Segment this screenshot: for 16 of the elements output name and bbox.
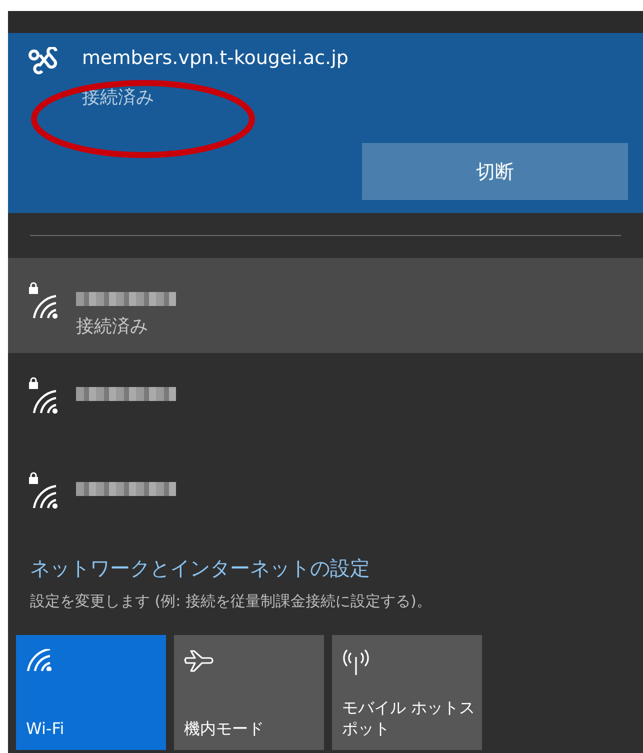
wifi-icon [26, 649, 52, 671]
vpn-name: members.vpn.t-kougei.ac.jp [82, 47, 348, 69]
secured-wifi-icon [28, 377, 58, 415]
network-status: 接続済み [76, 315, 149, 338]
airplane-tile[interactable]: 機内モード [174, 635, 324, 750]
wifi-tile[interactable]: Wi-Fi [16, 635, 166, 750]
secured-wifi-icon [28, 472, 58, 510]
settings-link[interactable]: ネットワークとインターネットの設定 [30, 555, 370, 582]
secured-wifi-icon [28, 282, 58, 320]
airplane-icon [184, 649, 214, 673]
wifi-network-item[interactable]: 接続済み [8, 258, 643, 353]
disconnect-button[interactable]: 切断 [362, 143, 628, 200]
hotspot-tile[interactable]: モバイル ホットスポット [332, 635, 482, 750]
hotspot-icon [342, 649, 370, 675]
vpn-status: 接続済み [82, 86, 155, 109]
settings-description: 設定を変更します (例: 接続を従量制課金接続に設定する)。 [30, 592, 432, 611]
